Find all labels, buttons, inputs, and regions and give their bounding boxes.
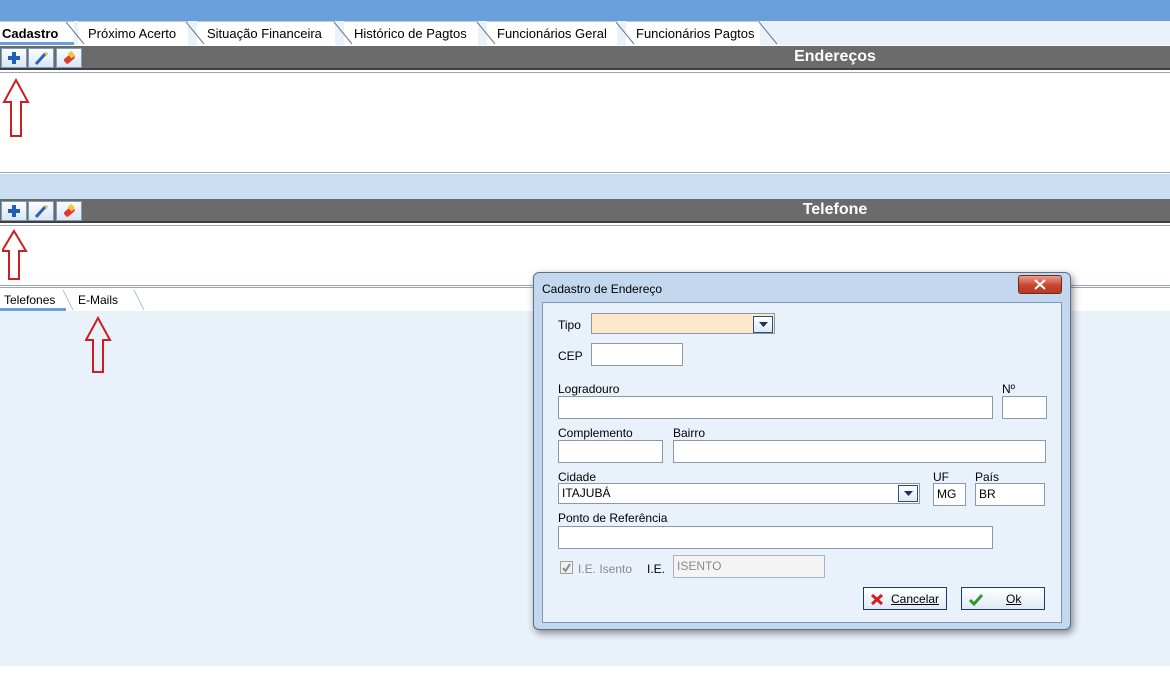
complemento-field[interactable]: [558, 440, 663, 463]
cadastro-endereco-dialog: Cadastro de Endereço Tipo CEP Logradouro…: [533, 272, 1071, 630]
cidade-select[interactable]: ITAJUBÁ: [558, 483, 920, 504]
cep-label: CEP: [558, 349, 583, 363]
edit-icon: [34, 52, 48, 66]
ie-label: I.E.: [647, 562, 666, 576]
cidade-value: ITAJUBÁ: [562, 486, 611, 500]
close-icon: [870, 593, 884, 606]
cep-field[interactable]: [591, 343, 683, 366]
enderecos-grid[interactable]: [0, 72, 1170, 173]
dialog-close-button[interactable]: [1018, 275, 1062, 294]
section-separator: [0, 174, 1170, 199]
add-telefone-button[interactable]: [1, 201, 27, 221]
logradouro-field[interactable]: [558, 396, 993, 419]
cidade-dropdown-button[interactable]: [898, 485, 918, 502]
ie-isento-checkbox[interactable]: [560, 561, 573, 574]
pais-value: BR: [979, 487, 996, 501]
annotation-arrow-up-icon: [85, 316, 112, 373]
bairro-field[interactable]: [673, 440, 1046, 463]
ie-value: ISENTO: [677, 559, 722, 573]
delete-icon: [64, 204, 75, 217]
numero-field[interactable]: [1002, 396, 1047, 419]
window-top-bar: [0, 0, 1170, 21]
uf-label: UF: [933, 470, 949, 484]
tab-dividers: [65, 21, 778, 45]
check-icon: [968, 594, 984, 606]
dialog-body: Tipo CEP Logradouro Nº Complemento Bairr…: [542, 302, 1062, 623]
ponto-referencia-field[interactable]: [558, 526, 993, 549]
main-tab-strip: Cadastro Próximo Acerto Situação Finance…: [0, 21, 1170, 45]
subtab-dividers: [62, 289, 145, 311]
delete-telefone-button[interactable]: [56, 201, 82, 221]
uf-field[interactable]: MG: [933, 483, 966, 506]
ok-button-label: Ok: [1006, 592, 1022, 606]
tipo-select[interactable]: [591, 313, 775, 334]
add-icon: [8, 205, 20, 217]
edit-icon: [34, 205, 48, 219]
complemento-label: Complemento: [558, 426, 633, 440]
edit-endereco-button[interactable]: [28, 48, 54, 68]
telefone-header: Telefone: [0, 199, 1170, 223]
ie-field[interactable]: ISENTO: [673, 555, 825, 578]
cancel-button[interactable]: Cancelar: [863, 587, 947, 610]
pais-label: País: [975, 470, 1000, 484]
bairro-label: Bairro: [673, 426, 706, 440]
tipo-label: Tipo: [558, 318, 581, 332]
annotation-arrow-up-icon: [2, 78, 30, 137]
checkmark-icon: [562, 563, 571, 573]
dialog-title: Cadastro de Endereço: [542, 282, 663, 296]
enderecos-title: Endereços: [794, 48, 876, 65]
numero-label: Nº: [1002, 382, 1016, 396]
pais-field[interactable]: BR: [975, 483, 1045, 506]
close-icon: [1034, 279, 1046, 290]
tipo-dropdown-button[interactable]: [753, 316, 773, 333]
telefone-title: Telefone: [802, 201, 868, 218]
edit-telefone-button[interactable]: [28, 201, 54, 221]
cidade-label: Cidade: [558, 470, 597, 484]
ok-button[interactable]: Ok: [961, 587, 1045, 610]
annotation-arrow-up-icon: [2, 229, 28, 280]
uf-value: MG: [937, 487, 957, 501]
cancel-button-label: Cancelar: [891, 592, 940, 606]
delete-endereco-button[interactable]: [56, 48, 82, 68]
delete-icon: [64, 51, 75, 64]
enderecos-header: Endereços: [0, 46, 1170, 70]
ponto-referencia-label: Ponto de Referência: [558, 511, 668, 525]
chevron-down-icon: [904, 491, 913, 496]
add-endereco-button[interactable]: [1, 48, 27, 68]
ie-isento-label: I.E. Isento: [578, 562, 633, 576]
logradouro-label: Logradouro: [558, 382, 620, 396]
add-icon: [8, 52, 20, 64]
chevron-down-icon: [759, 322, 768, 327]
